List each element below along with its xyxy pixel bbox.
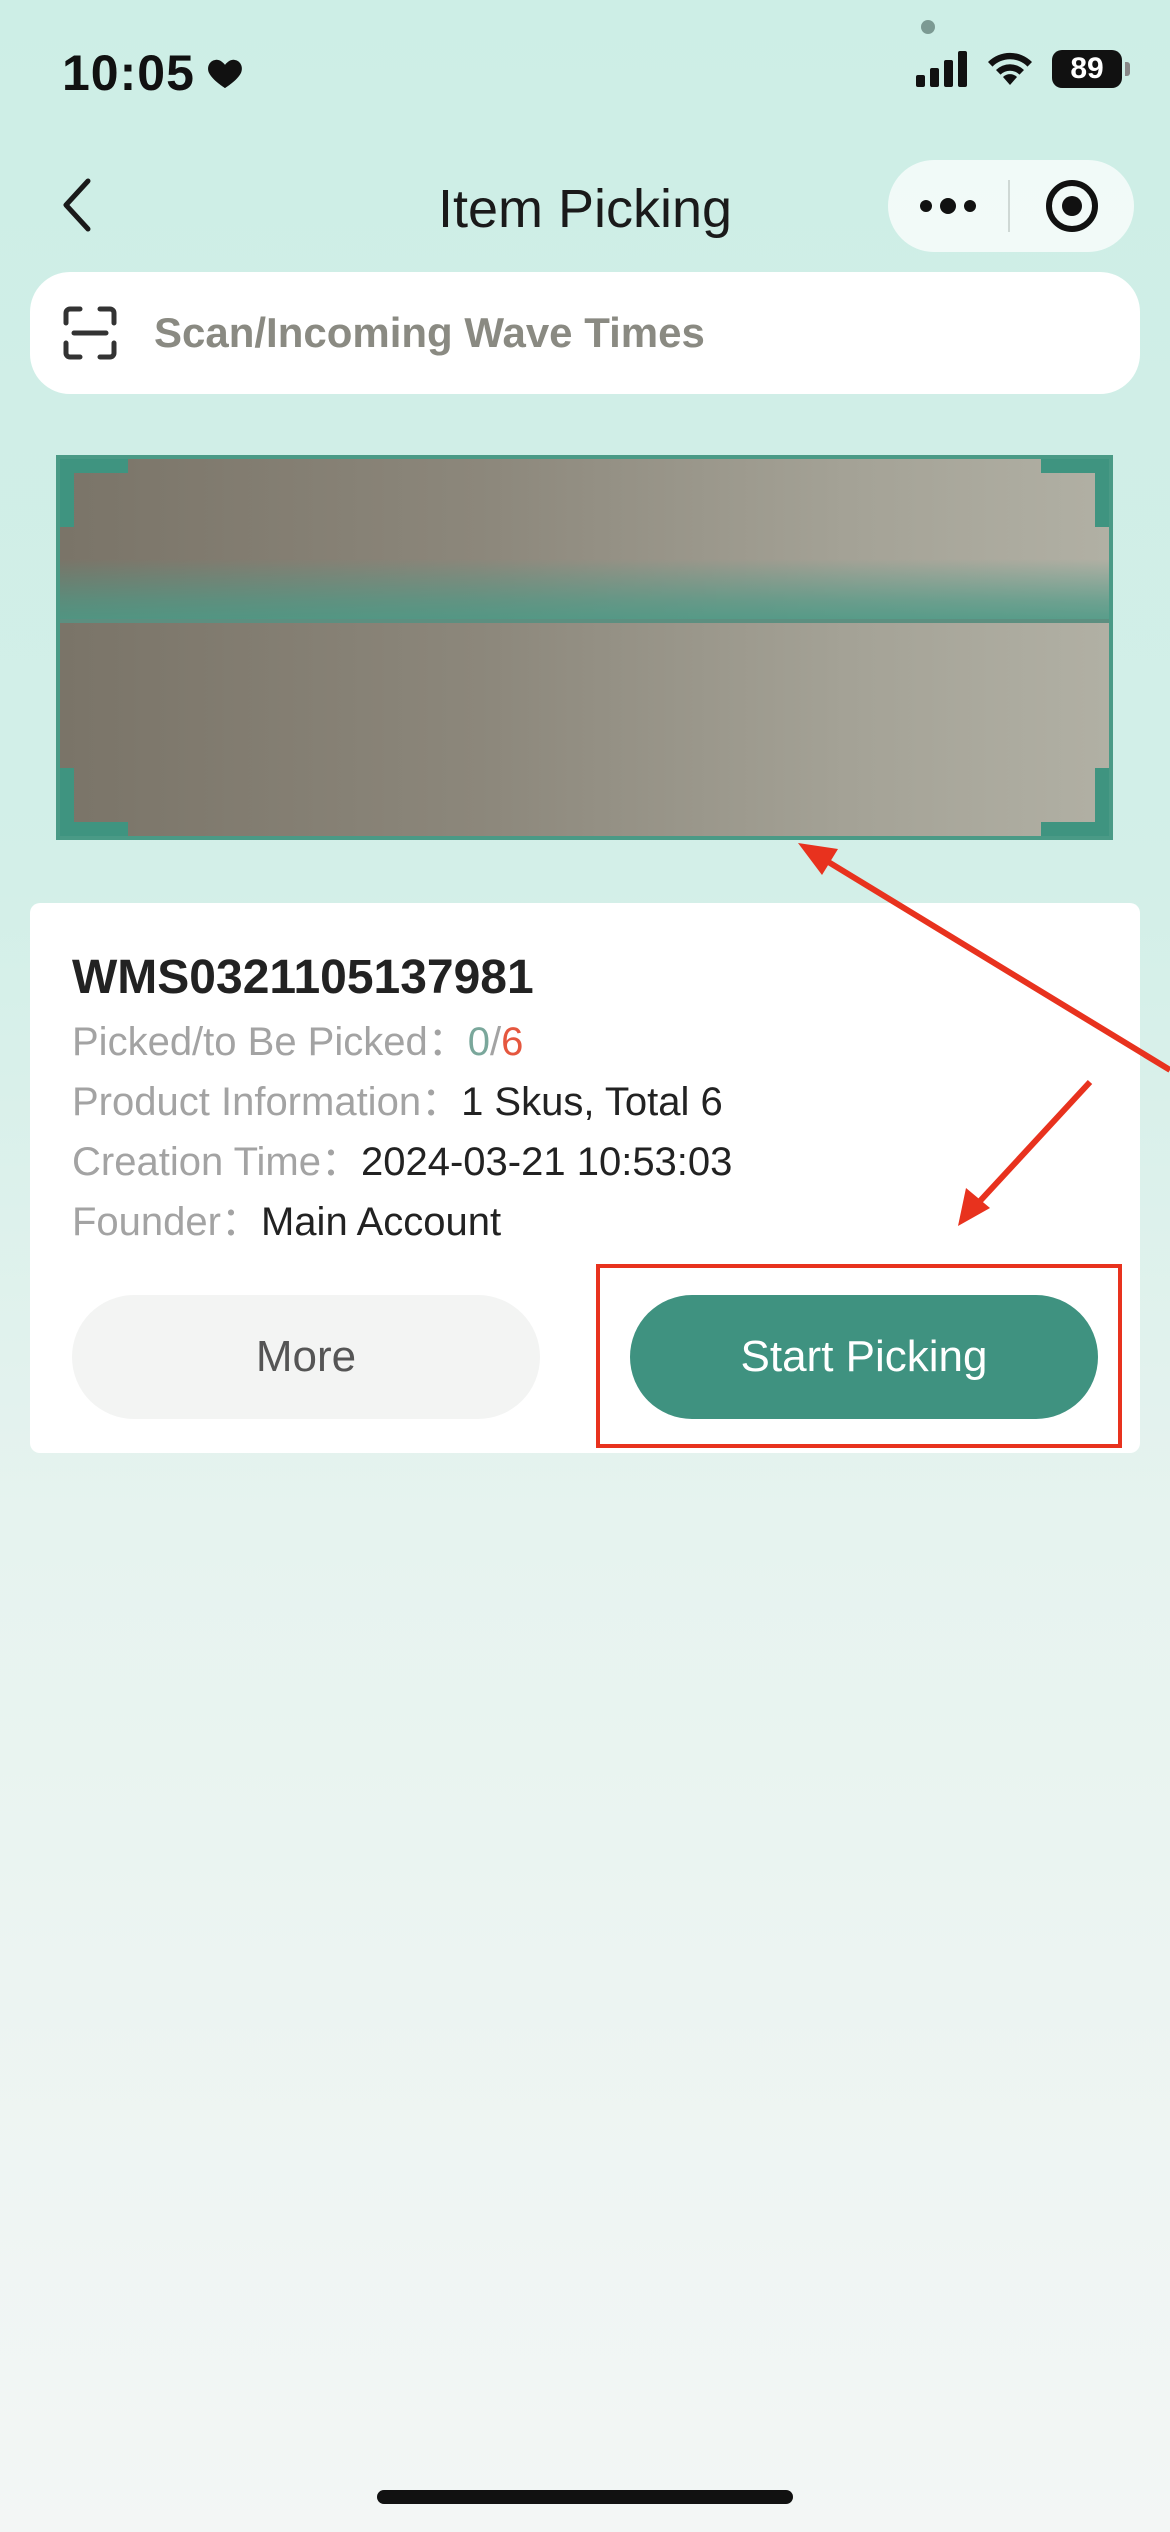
target-close-icon (1046, 180, 1098, 232)
more-button[interactable]: More (72, 1295, 540, 1419)
creation-time-row: Creation Time：2024-03-21 10:53:03 (72, 1129, 732, 1187)
scan-corner-bottom-right (1041, 768, 1109, 836)
wifi-icon (988, 52, 1032, 85)
scan-search-box[interactable]: Scan/Incoming Wave Times (30, 272, 1140, 394)
scan-corner-top-right (1041, 459, 1109, 527)
scan-line (60, 619, 1109, 623)
home-indicator (377, 2490, 793, 2504)
more-dots-icon (920, 198, 976, 214)
battery-level: 89 (1070, 52, 1104, 85)
product-info-row: Product Information：1 Skus, Total 6 (72, 1069, 723, 1127)
to-pick-count: 6 (501, 1020, 524, 1064)
creation-time-label: Creation Time (72, 1140, 321, 1184)
annotation-highlight-box (596, 1264, 1122, 1448)
creation-time-value: 2024-03-21 10:53:03 (360, 1140, 733, 1184)
mini-program-capsule (888, 160, 1134, 252)
clock-text: 10:05 (62, 45, 195, 101)
battery-indicator: 89 (1052, 50, 1130, 88)
creation-time-colon: ： (320, 1140, 361, 1184)
scan-line-glow (60, 559, 1109, 619)
picked-row: Picked/to Be Picked：0/6 (72, 1009, 523, 1067)
status-bar: 10:05 89 (0, 0, 1170, 140)
founder-row: Founder：Main Account (72, 1189, 501, 1247)
scan-corner-bottom-left (60, 768, 128, 836)
product-info-colon: ： (421, 1080, 462, 1124)
founder-label: Founder (72, 1200, 221, 1244)
product-info-value: 1 Skus, Total 6 (461, 1080, 723, 1124)
more-menu-button[interactable] (888, 160, 1008, 252)
close-mini-program-button[interactable] (1010, 160, 1134, 252)
heart-icon (207, 59, 242, 88)
picked-label: Picked/to Be Picked (72, 1020, 428, 1064)
product-info-label: Product Information (72, 1080, 422, 1124)
status-time: 10:05 (62, 44, 245, 102)
picked-count: 0 (467, 1020, 490, 1064)
search-placeholder: Scan/Incoming Wave Times (154, 309, 705, 356)
scan-icon[interactable] (62, 305, 118, 361)
camera-view (60, 459, 1109, 836)
order-number: WMS0321105137981 (72, 951, 534, 1004)
scan-corner-top-left (60, 459, 128, 527)
camera-dot (921, 20, 935, 34)
camera-scanner-preview[interactable] (56, 455, 1113, 840)
picked-colon: ： (427, 1020, 468, 1064)
signal-icon (916, 51, 967, 87)
picked-separator: / (490, 1020, 502, 1064)
founder-value: Main Account (260, 1200, 502, 1244)
founder-colon: ： (220, 1200, 261, 1244)
status-indicators: 89 (916, 50, 1130, 88)
